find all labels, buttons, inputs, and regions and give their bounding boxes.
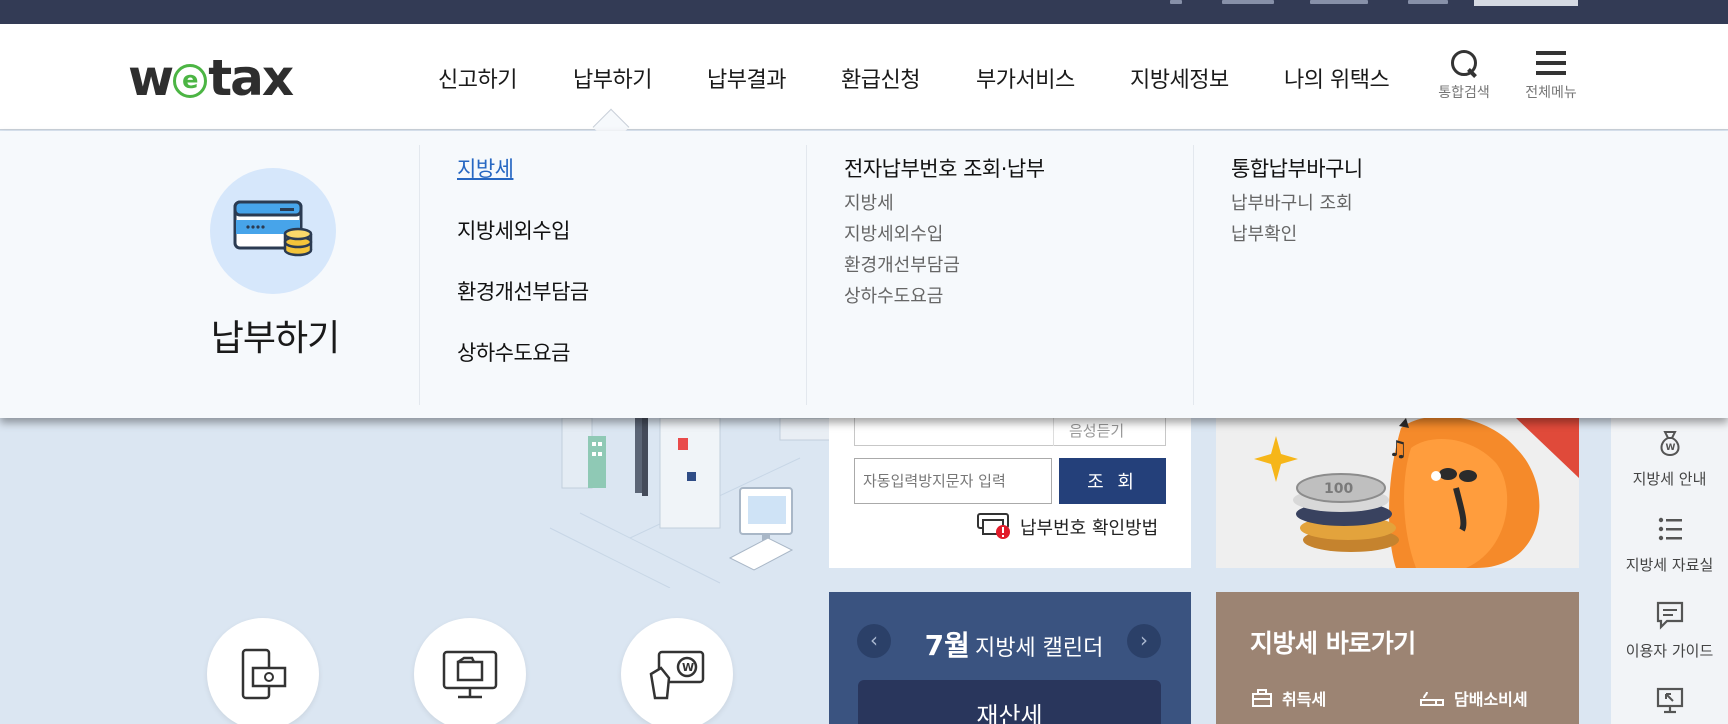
calendar-label: 지방세 캘린더: [974, 636, 1104, 661]
utility-link[interactable]: [1170, 0, 1182, 4]
mega-menu-title: 납부하기: [210, 318, 340, 359]
sidebar-local-tax-library[interactable]: 지방세 자료실: [1611, 514, 1728, 575]
svg-text:♫: ♫: [1388, 437, 1408, 462]
column-divider: [1193, 145, 1194, 405]
right-quick-sidebar: W 지방세 안내 지방세 자료실 이용자 가이드: [1611, 418, 1728, 724]
top-utility-bar: [0, 0, 1728, 24]
submenu-water-bill[interactable]: 상하수도요금: [844, 282, 943, 308]
submenu-local-tax[interactable]: 지방세: [844, 189, 894, 215]
site-header: w e tax 신고하기 납부하기 납부결과 환급신청 부가서비스 지방세정보 …: [0, 24, 1728, 146]
logo-text-w: w: [128, 49, 174, 107]
local-tax-shortcuts: 지방세 바로가기 취득세 담배소비세: [1216, 592, 1579, 724]
chat-icon: [1656, 601, 1683, 630]
promo-banner[interactable]: ♫ 100: [1216, 418, 1579, 568]
sidebar-label: 지방세 자료실: [1625, 556, 1714, 574]
menu-non-tax-revenue[interactable]: 지방세외수입: [457, 215, 570, 245]
money-bag-icon: W: [1660, 431, 1679, 457]
sidebar-local-tax-guide[interactable]: W 지방세 안내: [1611, 428, 1728, 489]
utility-link[interactable]: [1310, 0, 1368, 4]
logo-text-e: e: [182, 65, 199, 94]
audio-captcha-button[interactable]: 음성듣기: [1069, 420, 1124, 441]
input-divider: [1053, 418, 1054, 446]
list-icon: [1658, 517, 1682, 541]
column-divider: [419, 145, 420, 405]
sidebar-user-guide[interactable]: 이용자 가이드: [1611, 600, 1728, 661]
won-ticket-icon: W: [649, 650, 705, 700]
quick-mobile-payment[interactable]: [207, 618, 319, 724]
nav-payment-result[interactable]: 납부결과: [707, 62, 786, 94]
city-illustration: [540, 417, 831, 589]
menu-label: 전체메뉴: [1525, 85, 1577, 101]
menu-environment-charge[interactable]: 환경개선부담금: [457, 276, 589, 306]
quick-online-service[interactable]: [414, 618, 526, 724]
calendar-title: 7월 지방세 캘린더: [919, 624, 1109, 664]
full-menu-button[interactable]: 전체메뉴: [1516, 48, 1586, 102]
nav-file-report[interactable]: 신고하기: [438, 62, 517, 94]
svg-text:100: 100: [1324, 481, 1353, 497]
menu-local-tax[interactable]: 지방세: [457, 153, 514, 183]
nav-extra-services[interactable]: 부가서비스: [976, 62, 1075, 94]
quick-ticket-payment[interactable]: W: [621, 618, 733, 724]
calendar-month: 7월: [924, 629, 970, 662]
sidebar-remote-support[interactable]: [1611, 686, 1728, 720]
menu-water-bill[interactable]: 상하수도요금: [457, 337, 570, 367]
payment-number-input[interactable]: 음성듣기: [854, 418, 1166, 446]
language-select[interactable]: [1474, 0, 1578, 6]
logo-e-circle: e: [173, 64, 208, 98]
submenu-basket-lookup[interactable]: 납부바구니 조회: [1231, 189, 1353, 215]
shortcut-acquisition-tax[interactable]: 취득세: [1252, 686, 1326, 710]
monitor-cursor-icon: [1656, 687, 1683, 714]
integrated-search-button[interactable]: 통합검색: [1429, 48, 1499, 102]
nav-my-wetax[interactable]: 나의 위택스: [1284, 62, 1390, 94]
monitor-folder-icon: [442, 650, 498, 699]
shortcut-title: 지방세 바로가기: [1250, 629, 1416, 658]
shortcut-tobacco-tax[interactable]: 담배소비세: [1420, 686, 1528, 710]
mobile-payment-icon: [241, 648, 287, 700]
calendar-prev-button[interactable]: ‹: [857, 624, 891, 658]
calendar-next-button[interactable]: ›: [1127, 624, 1161, 658]
sidebar-label: 이용자 가이드: [1625, 642, 1714, 660]
submenu-environment-charge[interactable]: 환경개선부담금: [844, 251, 960, 277]
payment-number-howto-link[interactable]: 납부번호 확인방법: [976, 512, 1158, 542]
hamburger-icon: [1536, 48, 1566, 78]
menu-electronic-payment-number[interactable]: 전자납부번호 조회·납부: [844, 153, 1045, 183]
logo-text-tax: tax: [208, 49, 294, 107]
nav-refund[interactable]: 환급신청: [841, 62, 920, 94]
svg-text:W: W: [682, 661, 694, 674]
sidebar-label: 지방세 안내: [1632, 470, 1707, 488]
card-coin-icon: [210, 168, 336, 294]
menu-integrated-basket[interactable]: 통합납부바구니: [1231, 153, 1363, 183]
nav-local-tax-info[interactable]: 지방세정보: [1130, 62, 1229, 94]
column-divider: [806, 145, 807, 405]
wetax-logo[interactable]: w e tax: [128, 49, 294, 107]
search-label: 통합검색: [1438, 85, 1490, 101]
shortcut-label: 담배소비세: [1454, 690, 1528, 709]
search-icon: [1449, 48, 1479, 78]
utility-link[interactable]: [1408, 0, 1448, 4]
cigarette-icon: [1420, 691, 1444, 706]
svg-text:W: W: [1665, 443, 1675, 453]
nav-payment[interactable]: 납부하기: [573, 62, 652, 94]
howto-label: 납부번호 확인방법: [1020, 518, 1159, 539]
shortcut-label: 취득세: [1282, 690, 1327, 709]
captcha-input[interactable]: [854, 458, 1052, 504]
payment-slip-icon: [976, 510, 1012, 544]
utility-link[interactable]: [1222, 0, 1274, 4]
submenu-non-tax-revenue[interactable]: 지방세외수입: [844, 220, 943, 246]
submenu-payment-confirm[interactable]: 납부확인: [1231, 220, 1297, 246]
query-button[interactable]: 조 회: [1059, 458, 1166, 504]
calendar-event-property-tax[interactable]: 재산세: [858, 680, 1161, 724]
briefcase-icon: [1252, 689, 1272, 707]
mega-menu-hero: [210, 168, 336, 294]
payment-mega-menu: 납부하기 지방세 지방세외수입 환경개선부담금 상하수도요금 전자납부번호 조회…: [0, 131, 1728, 418]
